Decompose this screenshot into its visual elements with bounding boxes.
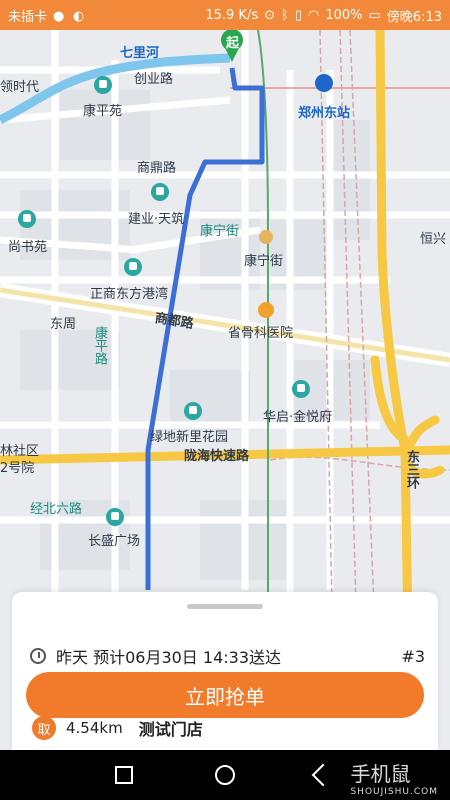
delivery-info: 昨天 预计06月30日 14:33送达 #3 [30, 644, 425, 668]
map-label-dongzhou: 东周 [50, 317, 77, 332]
carrier-label: 未插卡 [8, 9, 48, 25]
map-label-longhai: 陇海快速路 [184, 449, 250, 464]
grab-order-button[interactable]: 立即抢单 [26, 672, 424, 718]
map-label-shidai: 领时代 [0, 80, 40, 95]
map-label-jianye: 建业·天筑 [128, 212, 185, 227]
map-label-chuangye: 创业路 [134, 72, 174, 87]
poi-icon [106, 508, 124, 526]
watermark-text: 手机鼠 [350, 762, 411, 786]
map-label-kangping-rd: 康平路 [92, 326, 107, 365]
vibrate-icon: ▯ [294, 7, 302, 23]
location-icon: ⊙ [264, 7, 276, 23]
map-label-kangning1: 康宁街 [200, 224, 240, 239]
back-button[interactable] [311, 763, 335, 787]
wifi-icon: ◠ [307, 7, 320, 23]
map-label-shangshuyuan: 尚书苑 [8, 240, 48, 255]
map-label-east3ring: 东三环 [404, 450, 419, 489]
order-number: #3 [401, 646, 425, 666]
map-label-hengxing: 恒兴 [420, 232, 447, 247]
map-label-kangpingyuan: 康平苑 [83, 104, 123, 119]
map-label-zhengshang: 正商东方港湾 [90, 287, 169, 302]
bluetooth-icon: ᛒ [281, 7, 289, 23]
drag-handle[interactable] [187, 604, 263, 609]
pickup-distance: 4.54km [66, 719, 123, 737]
map-label-huaqi: 华启·金悦府 [263, 410, 333, 425]
network-speed: 15.9 K/s [205, 7, 259, 23]
poi-icon [18, 210, 36, 228]
poi-icon [184, 402, 202, 420]
map-label-changsheng: 长盛广场 [88, 534, 141, 549]
delivery-time: 昨天 预计06月30日 14:33送达 [56, 648, 282, 667]
map-label-lvdi: 绿地新里花园 [150, 430, 229, 445]
pickup-row: 取 4.54km 测试门店 [32, 716, 203, 740]
clock-icon [30, 648, 46, 664]
map-label-zhengzhou-east: 郑州东站 [298, 106, 351, 121]
map-label-hospital: 省骨科医院 [228, 326, 294, 341]
app-icon: ◐ [73, 9, 85, 24]
battery-icon: ▭ [368, 7, 381, 23]
pickup-badge: 取 [32, 716, 56, 740]
map-label-yuan2: 2号院 [0, 461, 35, 476]
system-nav-bar: 手机鼠 SHOUJISHU.COM [0, 750, 450, 800]
person-icon: ● [53, 9, 65, 24]
clock-time: 傍晚6:13 [386, 9, 442, 25]
poi-icon [124, 258, 142, 276]
map-label-shangding: 商鼎路 [137, 161, 177, 176]
map-label-qilihe: 七里河 [120, 46, 160, 61]
watermark-sub: SHOUJISHU.COM [350, 787, 438, 797]
battery-level: 100% [325, 7, 363, 23]
poi-icon [292, 380, 310, 398]
recent-apps-button[interactable] [115, 766, 133, 784]
start-marker-label: 起 [226, 36, 240, 51]
store-name: 测试门店 [138, 720, 203, 739]
home-button[interactable] [215, 765, 235, 785]
poi-icon [94, 76, 112, 94]
map-label-jingbei6: 经北六路 [30, 502, 83, 517]
poi-icon [151, 183, 169, 201]
status-bar: 未插卡 ● ◐ 15.9 K/s ⊙ ᛒ ▯ ◠ 100% ▭ 傍晚6:13 [0, 0, 450, 30]
watermark: 手机鼠 SHOUJISHU.COM [350, 758, 438, 797]
order-card[interactable]: 昨天 预计06月30日 14:33送达 #3 立即抢单 取 4.54km 测试门… [12, 592, 438, 750]
map-label-kangning2: 康宁街 [244, 254, 284, 269]
